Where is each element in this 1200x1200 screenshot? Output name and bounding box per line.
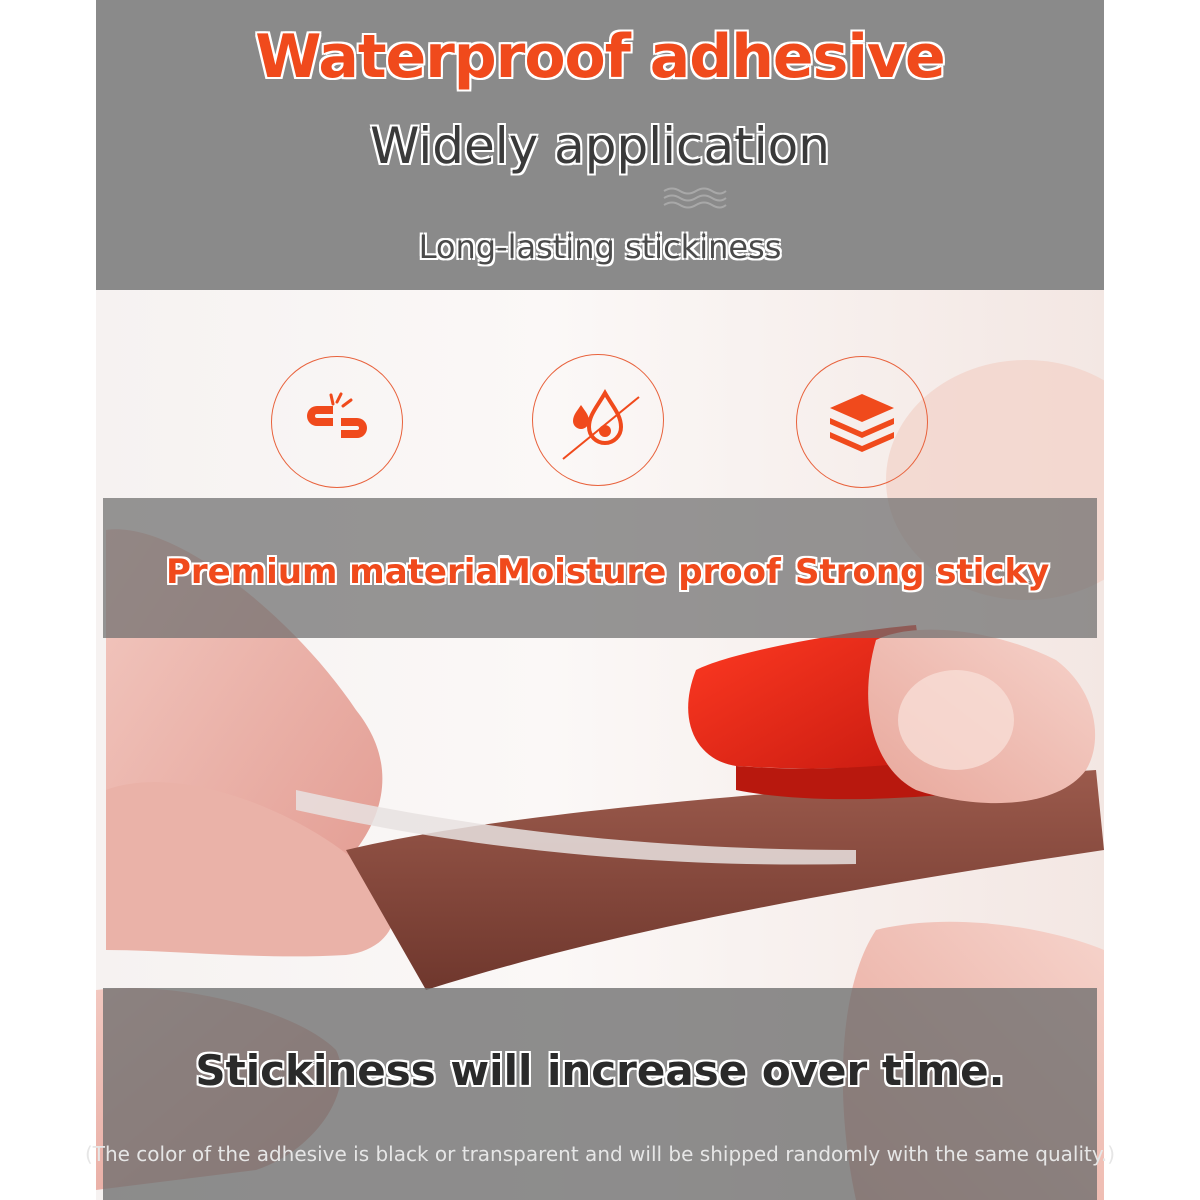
headline-subtitle: Widely application xyxy=(370,117,830,175)
feature-label-strong: Strong sticky xyxy=(795,552,1050,592)
feature-label-premium: Premium material xyxy=(166,552,511,592)
feature-icon-strong xyxy=(796,356,928,488)
feature-icon-moisture xyxy=(532,354,664,486)
header-band: Waterproof adhesive Widely application L… xyxy=(96,0,1104,290)
footer-note: (The color of the adhesive is black or t… xyxy=(84,1142,1116,1166)
headline-tagline: Long-lasting stickiness xyxy=(418,228,782,266)
wave-divider-icon xyxy=(663,187,727,209)
broken-chain-icon xyxy=(307,392,367,438)
product-banner: Waterproof adhesive Widely application L… xyxy=(0,0,1200,1200)
feature-icon-premium xyxy=(271,356,403,488)
footer-headline: Stickiness will increase over time. xyxy=(195,1046,1005,1095)
no-water-drop-icon xyxy=(562,388,640,460)
feature-label-moisture: Moisture proof xyxy=(497,552,781,592)
headline-title: Waterproof adhesive xyxy=(255,22,945,92)
layers-icon xyxy=(830,394,894,452)
